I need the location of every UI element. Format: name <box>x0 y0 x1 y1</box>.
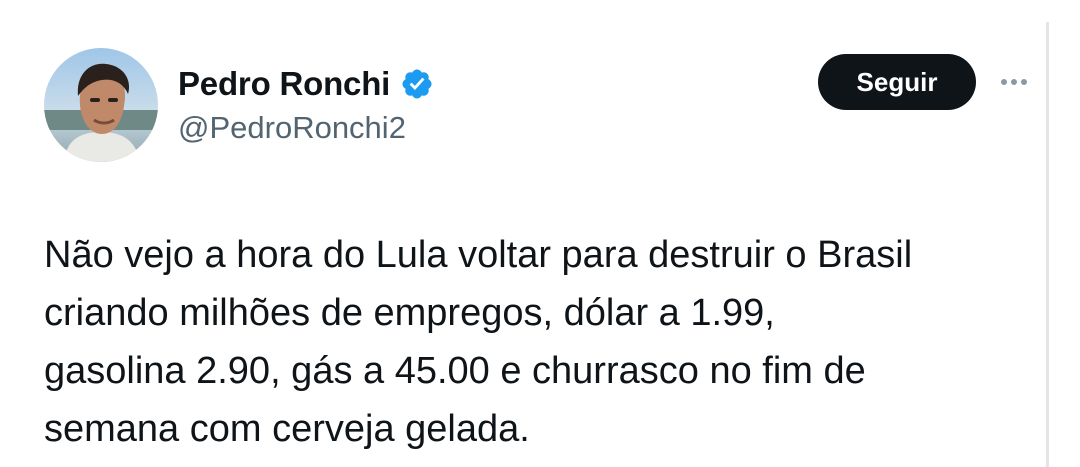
verified-badge-icon <box>400 67 434 101</box>
follow-button[interactable]: Seguir <box>818 54 976 110</box>
tweet-text: Não vejo a hora do Lula voltar para dest… <box>44 234 913 450</box>
author-name-row: Pedro Ronchi <box>178 62 434 106</box>
avatar-image <box>44 48 158 162</box>
more-horizontal-icon[interactable] <box>996 70 1032 94</box>
tweet-card: Pedro Ronchi @PedroRonchi2 Seguir Não ve… <box>0 0 1080 467</box>
author-handle[interactable]: @PedroRonchi2 <box>178 110 406 146</box>
avatar[interactable] <box>44 48 158 162</box>
author-display-name[interactable]: Pedro Ronchi <box>178 65 390 103</box>
column-divider <box>1046 22 1049 467</box>
